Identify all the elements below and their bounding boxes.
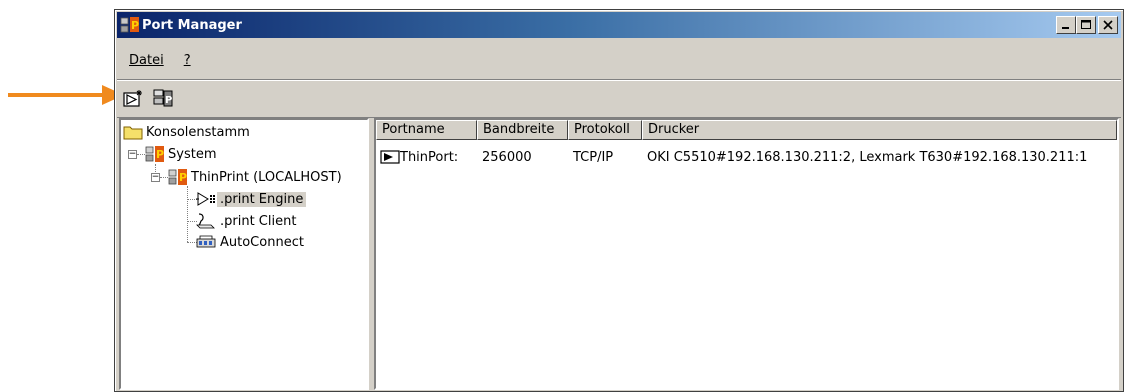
print-engine-icon <box>196 192 215 206</box>
thinprint-icon: P <box>168 169 187 185</box>
cell-protokoll: TCP/IP <box>573 149 614 165</box>
folder-icon <box>123 126 143 140</box>
tree-item-label: System <box>168 146 217 162</box>
column-header-protokoll[interactable]: Protokoll <box>568 120 642 140</box>
port-manager-window: P Port Manager Datei ? P Konsolenstamm −… <box>114 9 1124 392</box>
tree-item-label: .print Engine <box>217 191 307 207</box>
close-icon <box>1103 20 1113 30</box>
window-title: Port Manager <box>142 17 242 33</box>
ports-list[interactable]: Portname Bandbreite Protokoll Drucker Th… <box>374 118 1119 390</box>
menu-datei[interactable]: Datei <box>127 53 166 68</box>
system-icon: P <box>145 146 164 162</box>
tree-item-label: AutoConnect <box>220 234 304 250</box>
tree-item-label: ThinPrint (LOCALHOST) <box>191 169 342 185</box>
title-bar[interactable]: P Port Manager <box>117 12 1121 38</box>
autoconnect-icon <box>196 235 216 248</box>
svg-text:P: P <box>179 171 187 184</box>
annotation-arrow <box>8 85 124 105</box>
column-header-drucker[interactable]: Drucker <box>642 120 1117 140</box>
close-button[interactable] <box>1098 16 1118 34</box>
port-manager-icon: P <box>153 89 173 107</box>
maximize-button[interactable] <box>1076 16 1096 34</box>
tree-item-label: .print Client <box>220 213 297 229</box>
svg-text:P: P <box>165 95 172 106</box>
cell-portname: ThinPort: <box>376 150 477 165</box>
tree-line <box>137 154 145 155</box>
list-header: Portname Bandbreite Protokoll Drucker <box>376 120 1117 140</box>
portname-text: ThinPort: <box>400 149 459 165</box>
menu-help[interactable]: ? <box>182 53 193 68</box>
tree-item-root[interactable]: Konsolenstamm <box>123 123 253 141</box>
cell-drucker: OKI C5510#192.168.130.211:2, Lexmark T63… <box>647 149 1088 165</box>
column-header-portname[interactable]: Portname <box>376 120 477 140</box>
table-row[interactable]: ThinPort: 256000 TCP/IP OKI C5510#192.16… <box>376 148 1092 166</box>
menu-bar: Datei ? <box>117 41 1121 80</box>
new-port-button[interactable] <box>122 87 146 111</box>
maximize-icon <box>1081 20 1091 29</box>
tree-item-label: Konsolenstamm <box>146 124 250 140</box>
port-icon <box>380 150 400 164</box>
new-port-icon <box>123 90 142 107</box>
svg-text:P: P <box>156 148 164 161</box>
port-manager-app-icon: P <box>120 17 139 33</box>
port-manager-button[interactable]: P <box>151 87 175 111</box>
toolbar: P <box>117 80 1121 118</box>
svg-text:P: P <box>131 19 139 32</box>
column-header-bandbreite[interactable]: Bandbreite <box>477 120 568 140</box>
print-client-icon <box>196 213 215 229</box>
tree-item-thinprint-host[interactable]: P ThinPrint (LOCALHOST) <box>168 168 345 186</box>
tree-line <box>160 177 168 178</box>
cell-bandbreite: 256000 <box>482 149 532 165</box>
tree-item-system[interactable]: P System <box>145 145 219 163</box>
tree-item-print-client[interactable]: .print Client <box>195 212 299 230</box>
collapse-icon[interactable]: − <box>151 173 160 182</box>
console-tree[interactable]: Konsolenstamm − P System − P ThinPrint (… <box>119 118 369 390</box>
tree-item-print-engine[interactable]: .print Engine <box>195 190 307 208</box>
minimize-button[interactable] <box>1056 16 1076 34</box>
minimize-icon <box>1062 27 1069 29</box>
collapse-icon[interactable]: − <box>128 150 137 159</box>
tree-item-autoconnect[interactable]: AutoConnect <box>195 233 307 251</box>
tree-line <box>187 186 188 242</box>
